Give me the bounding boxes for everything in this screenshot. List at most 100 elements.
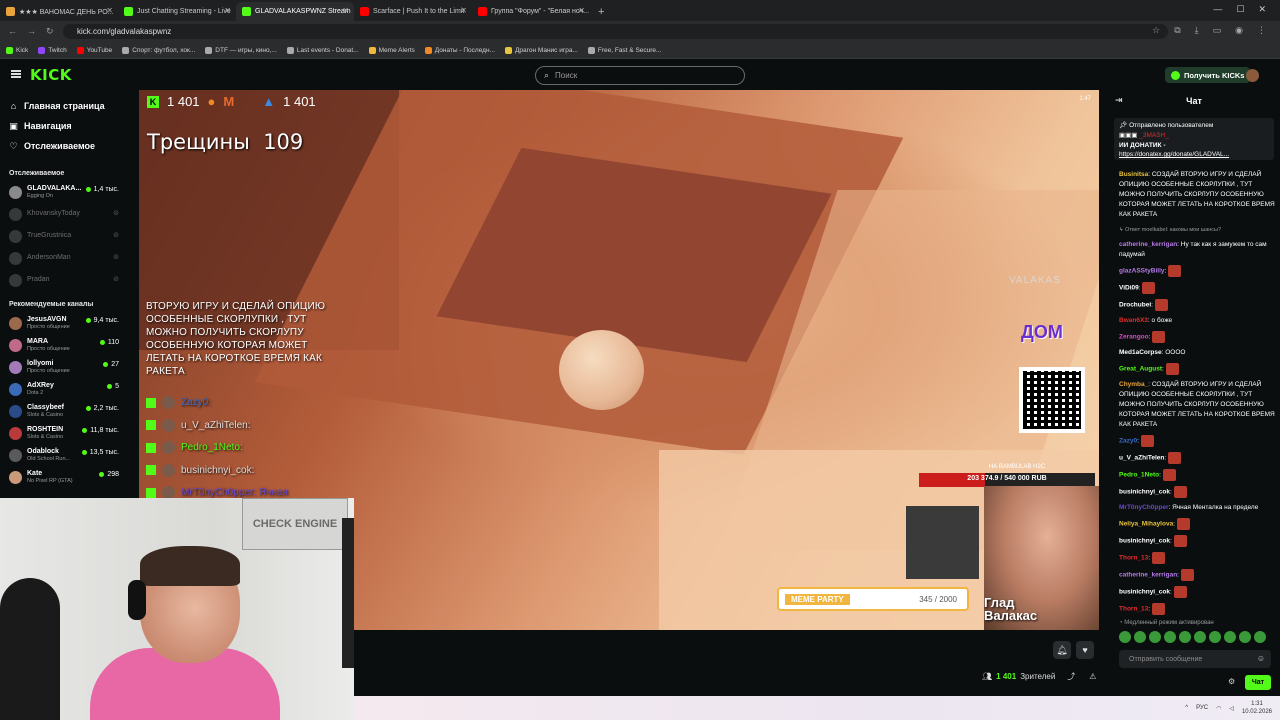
profile-icon[interactable]: ◉ — [1235, 25, 1243, 36]
emote-icon[interactable] — [1134, 631, 1146, 643]
chat-username[interactable]: Med1aCorpse — [1119, 349, 1162, 356]
chat-username[interactable]: Businitsa — [1119, 171, 1148, 178]
chat-username[interactable]: Thorn_13 — [1119, 555, 1148, 562]
chat-username[interactable]: glazASStyBilly — [1119, 268, 1165, 275]
chat-send-button[interactable]: Чат — [1245, 675, 1271, 690]
channel-item[interactable]: AndersonMan ⊘ — [9, 247, 139, 269]
bookmark-item[interactable]: Донаты - Последн... — [424, 46, 495, 54]
bookmark-item[interactable]: Last events - Donat... — [286, 46, 359, 54]
emote-icon[interactable] — [1224, 631, 1236, 643]
tray-chevron-icon[interactable]: ^ — [1185, 705, 1188, 711]
channel-item[interactable]: JesusAVGN Просто общение 9,4 тыс. — [9, 312, 139, 334]
share-icon[interactable]: ⤴ — [1067, 671, 1075, 682]
bookmark-item[interactable]: Спорт: футбол, хок... — [122, 46, 195, 54]
channel-item[interactable]: TrueGrustnica ⊘ — [9, 225, 139, 247]
bookmark-item[interactable]: Kick — [6, 46, 28, 54]
chat-username[interactable]: MrT0nyCh0pper — [1119, 504, 1168, 511]
bookmark-item[interactable]: Free, Fast & Secure... — [587, 46, 661, 54]
browser-tab[interactable]: ★★★ ВАНОМАС ДЕНЬ РО... ✕ — [0, 2, 118, 21]
extensions-icon[interactable]: ⧉ — [1174, 25, 1180, 36]
emote-icon[interactable] — [1254, 631, 1266, 643]
channel-item[interactable]: Classybeef Slots & Casino 2,2 тыс. — [9, 400, 139, 422]
sidepanel-icon[interactable]: ▭ — [1213, 25, 1222, 36]
pinned-link[interactable]: https://donatex.gg/donate/GLADVAL... — [1119, 151, 1269, 158]
tab-close-icon[interactable]: ✕ — [342, 6, 349, 15]
tab-close-icon[interactable]: ✕ — [106, 6, 113, 15]
chat-username[interactable]: Drochubei — [1119, 302, 1151, 309]
chat-username[interactable]: catherine_kerrigan — [1119, 241, 1177, 248]
bookmark-item[interactable]: Twitch — [38, 46, 67, 54]
get-kicks-button[interactable]: Получить KICKs — [1165, 67, 1251, 83]
bookmark-item[interactable]: YouTube — [76, 46, 112, 54]
report-icon[interactable]: ⚠ — [1089, 672, 1096, 681]
chat-username[interactable]: Great_August — [1119, 366, 1162, 373]
sidebar-nav-item[interactable]: ♡ Отслеживаемое — [9, 136, 139, 156]
hamburger-menu-icon[interactable] — [11, 70, 21, 78]
follow-button[interactable]: ♥ — [1076, 641, 1094, 659]
wifi-icon[interactable]: ◠ — [1216, 705, 1221, 712]
emote-icon[interactable] — [1149, 631, 1161, 643]
emote-icon[interactable] — [1179, 631, 1191, 643]
sidebar-nav-item[interactable]: ▣ Навигация — [9, 116, 139, 136]
emote-icon[interactable] — [1164, 631, 1176, 643]
bookmark-item[interactable]: Драгон Манис игра... — [504, 46, 578, 54]
chat-username[interactable]: Neliya_Mihaylova — [1119, 521, 1173, 528]
collapse-chat-icon[interactable]: ⇥ — [1115, 95, 1123, 106]
channel-item[interactable]: AdXRey Dota 2 5 — [9, 378, 139, 400]
forward-icon[interactable]: → — [27, 26, 36, 37]
tab-close-icon[interactable]: ✕ — [224, 6, 231, 15]
emote-icon[interactable] — [1239, 631, 1251, 643]
language-indicator[interactable]: РУС — [1196, 705, 1208, 711]
chat-username[interactable]: businichnyi_cok — [1119, 589, 1170, 596]
channel-item[interactable]: KhovanskyToday ⊘ — [9, 203, 139, 225]
browser-tab[interactable]: Scarface | Push It to the Limit ✕ — [354, 2, 472, 21]
chat-username[interactable]: Zerangoo — [1119, 334, 1149, 341]
chat-username[interactable]: u_V_aZhiTelen — [1119, 455, 1164, 462]
url-input[interactable]: kick.com/gladvalakaspwnz — [63, 24, 1168, 39]
kick-logo[interactable]: KICK — [30, 66, 72, 84]
back-icon[interactable]: ← — [8, 26, 17, 37]
emoji-icon[interactable]: ☺ — [1257, 654, 1265, 663]
chat-username[interactable]: ViDi09 — [1119, 285, 1139, 292]
chat-username[interactable]: Bwan6X3 — [1119, 317, 1148, 324]
clock[interactable]: 1:31 10.02.2026 — [1242, 700, 1272, 716]
channel-item[interactable]: lollyomi Просто общение 27 — [9, 356, 139, 378]
chat-username[interactable]: catherine_kerrigan — [1119, 572, 1177, 579]
chat-settings-icon[interactable]: ⚙ — [1228, 677, 1235, 686]
chat-username[interactable]: Pedro_1Neto — [1119, 472, 1159, 479]
chat-username[interactable]: businichnyi_cok — [1119, 538, 1170, 545]
browser-tab[interactable]: Группа "Форум" - "Белая ноч... ✕ — [472, 2, 590, 21]
volume-icon[interactable]: ◁ — [1229, 705, 1234, 712]
pinned-message[interactable]: 📌︎ Отправлено пользователем ▣▣▣ _3MASH_ … — [1114, 118, 1274, 160]
channel-item[interactable]: GLADVALAKA... Egging On 1,4 тыс. — [9, 181, 139, 203]
channel-item[interactable]: MARA Просто общение 110 — [9, 334, 139, 356]
notification-bell-button[interactable]: 🔔︎ — [1053, 641, 1071, 659]
menu-icon[interactable]: ⋮ — [1257, 25, 1266, 36]
channel-item[interactable]: Odablock Old School Run... 13,5 тыс. — [9, 444, 139, 466]
emote-icon[interactable] — [1194, 631, 1206, 643]
minimize-icon[interactable]: — — [1213, 4, 1222, 15]
chat-username[interactable]: Zazy0 — [1119, 438, 1137, 445]
channel-item[interactable]: ROSHTEIN Slots & Casino 11,8 тыс. — [9, 422, 139, 444]
channel-item[interactable]: Kate No Pixel RP (GTA) 298 — [9, 466, 139, 488]
tab-close-icon[interactable]: ✕ — [578, 6, 585, 15]
channel-item[interactable]: Pradan ⊘ — [9, 269, 139, 291]
chat-username[interactable]: Thorn_13 — [1119, 606, 1148, 613]
bookmark-item[interactable]: DTF — игры, кино,... — [205, 46, 277, 54]
maximize-icon[interactable]: ☐ — [1236, 4, 1244, 15]
new-tab-icon[interactable]: + — [598, 6, 604, 18]
emote-icon[interactable] — [1119, 631, 1131, 643]
search-input[interactable]: ⌕ Поиск — [535, 66, 745, 85]
tab-close-icon[interactable]: ✕ — [460, 6, 467, 15]
download-icon[interactable]: ⤓ — [1195, 25, 1199, 36]
emote-icon[interactable] — [1209, 631, 1221, 643]
close-window-icon[interactable]: ✕ — [1258, 4, 1266, 15]
user-avatar[interactable] — [1246, 69, 1259, 82]
chat-username[interactable]: Chymba_ — [1119, 381, 1148, 388]
bookmark-star-icon[interactable]: ☆ — [1152, 25, 1160, 36]
sidebar-nav-item[interactable]: ⌂ Главная страница — [9, 96, 139, 116]
bookmark-item[interactable]: Meme Alerts — [368, 46, 415, 54]
browser-tab[interactable]: Just Chatting Streaming - Live ✕ — [118, 2, 236, 21]
chat-username[interactable]: businichnyi_cok — [1119, 489, 1170, 496]
browser-tab[interactable]: GLADVALAKASPWNZ Stream ✕ — [236, 2, 354, 21]
